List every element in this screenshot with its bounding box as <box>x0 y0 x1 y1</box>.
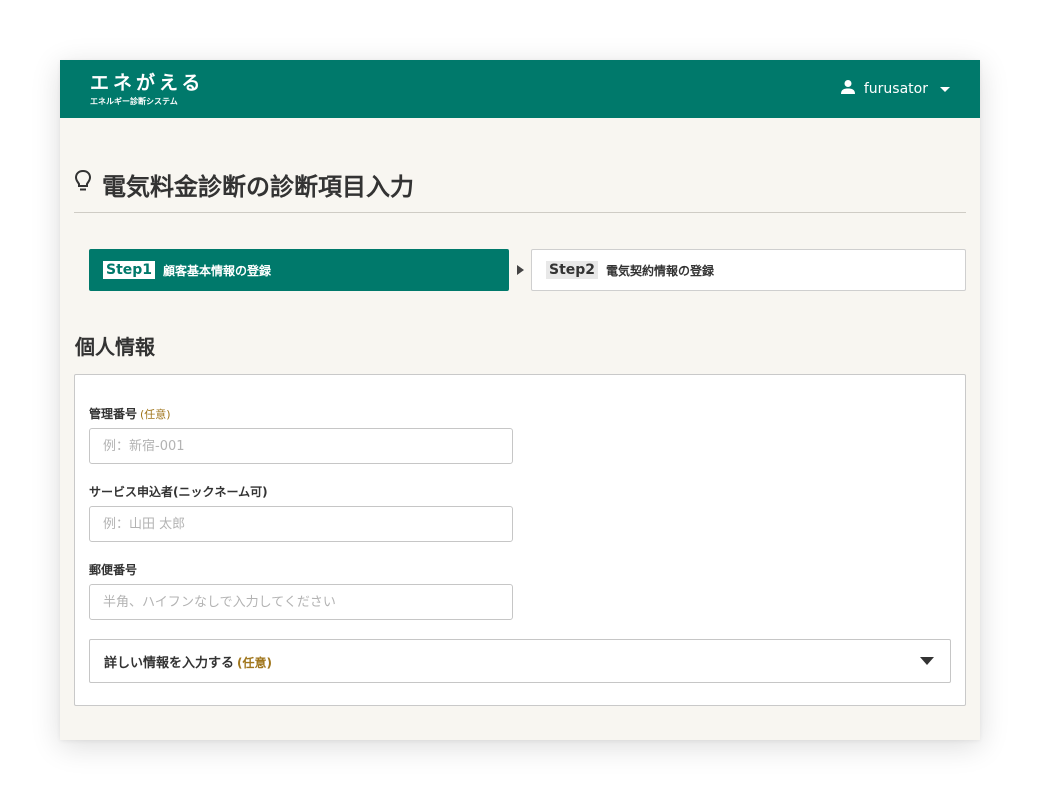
chevron-down-icon <box>940 86 950 92</box>
management-number-field: 管理番号 (任意) <box>89 403 951 464</box>
personal-info-card: 管理番号(任意) サービス申込者(ニックネーム可) 郵便番号 詳しい情報を入力す… <box>74 374 966 706</box>
step-1[interactable]: Step1 顧客基本情報の登録 <box>89 249 509 291</box>
applicant-label: サービス申込者(ニックネーム可) <box>89 485 268 499</box>
optional-badge: (任意) <box>140 408 171 421</box>
applicant-input[interactable] <box>89 506 513 542</box>
section-title: 個人情報 <box>75 335 155 359</box>
app-header: エネがえる エネルギー診断システム furusator <box>60 60 980 118</box>
details-expander-label-row: 詳しい情報を入力する (任意) <box>104 652 272 671</box>
brand-subtitle: エネルギー診断システム <box>90 96 178 106</box>
management-number-input[interactable] <box>89 428 513 464</box>
step-2-badge: Step2 <box>546 261 599 279</box>
step-2-label: 電気契約情報の登録 <box>606 263 715 278</box>
main-content: 電気料金診断の診断項目入力 Step1 顧客基本情報の登録 Step2 電気契約… <box>60 118 980 706</box>
lightbulb-icon <box>74 169 92 199</box>
page-title: 電気料金診断の診断項目入力 <box>74 118 966 213</box>
step-arrow-icon <box>509 265 531 275</box>
postal-code-label: 郵便番号 <box>89 563 138 577</box>
step-1-label: 顧客基本情報の登録 <box>163 263 272 278</box>
step-2[interactable]: Step2 電気契約情報の登録 <box>531 249 966 291</box>
user-menu[interactable]: furusator <box>840 79 950 99</box>
postal-code-input[interactable] <box>89 584 513 620</box>
optional-badge: (任意) <box>237 655 272 670</box>
brand-logo[interactable]: エネがえる エネルギー診断システム <box>90 72 204 107</box>
person-icon <box>840 79 856 99</box>
management-number-label-row: 管理番号 (任意) <box>89 403 951 422</box>
step-1-badge: Step1 <box>103 261 156 279</box>
management-number-label: 管理番号 <box>89 407 138 421</box>
app-window: エネがえる エネルギー診断システム furusator 電気料金診断の診断項目入 <box>60 60 980 740</box>
step-indicator: Step1 顧客基本情報の登録 Step2 電気契約情報の登録 <box>74 249 966 291</box>
brand-title: エネがえる <box>90 71 205 94</box>
triangle-down-icon <box>920 657 934 665</box>
page-title-text: 電気料金診断の診断項目入力 <box>102 172 414 201</box>
username: furusator <box>863 81 928 97</box>
applicant-field: サービス申込者(ニックネーム可) <box>89 483 951 542</box>
details-expander[interactable]: 詳しい情報を入力する (任意) <box>89 639 951 683</box>
postal-code-field: 郵便番号 <box>89 561 951 620</box>
details-expander-label: 詳しい情報を入力する <box>104 655 235 671</box>
